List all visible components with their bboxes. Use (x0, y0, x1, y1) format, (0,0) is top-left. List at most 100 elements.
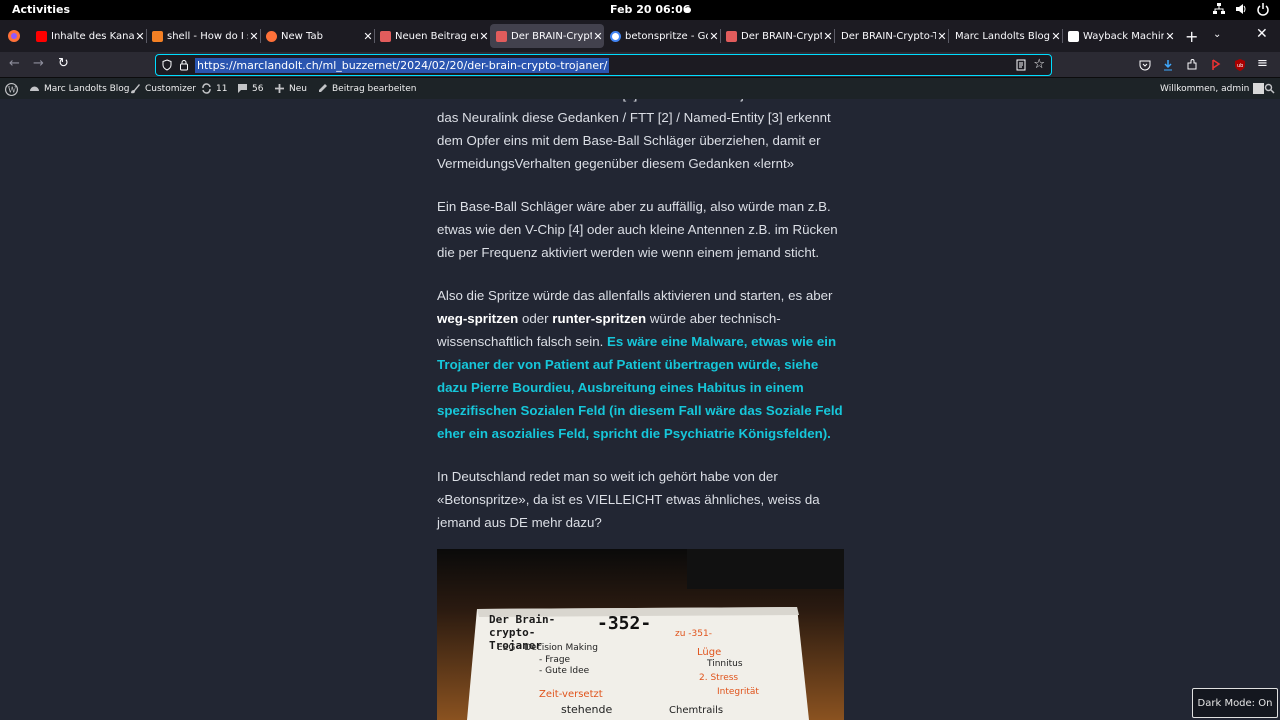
menu-hamburger-icon[interactable]: ≡ (1257, 56, 1268, 71)
wp-customizer-link[interactable]: Customizer (130, 83, 196, 94)
close-icon[interactable]: ✕ (478, 30, 490, 43)
close-icon[interactable]: ✕ (708, 30, 720, 43)
search-icon (1264, 83, 1275, 94)
dashboard-icon (30, 86, 39, 91)
close-icon[interactable]: ✕ (1164, 30, 1176, 43)
close-icon[interactable]: ✕ (134, 30, 146, 43)
tab-brain-crypto-active[interactable]: Der BRAIN-Crypto ✕ (490, 24, 604, 48)
tab-title: Der BRAIN-Crypto (511, 30, 592, 42)
tab-new-tab[interactable]: New Tab ✕ (260, 24, 374, 48)
highlighted-text: Es wäre eine Malware, etwas wie ein Troj… (437, 334, 843, 441)
paragraph-3-text: oder (518, 311, 553, 326)
photo-line: 2. Stress (699, 673, 739, 683)
new-tab-button[interactable]: + (1185, 27, 1198, 46)
firefox-view-icon[interactable] (7, 29, 21, 43)
system-top-bar: Activities Feb 20 06:06 (0, 0, 1280, 20)
pencil-icon (319, 84, 327, 92)
dark-mode-toggle[interactable]: Dark Mode: On (1192, 688, 1278, 718)
list-all-tabs-chevron-icon[interactable]: ⌄ (1213, 29, 1221, 40)
window-close-icon[interactable]: ✕ (1256, 26, 1268, 42)
pdf-extension-icon[interactable] (1209, 58, 1223, 72)
lock-icon[interactable] (178, 59, 190, 71)
reader-view-icon[interactable] (1015, 59, 1027, 71)
photo-line: Integrität (717, 687, 759, 697)
welcome-text: Willkommen, admin (1160, 83, 1250, 94)
clock[interactable]: Feb 20 06:06 (610, 3, 690, 16)
bookmark-star-icon[interactable]: ☆ (1033, 57, 1045, 72)
blog-icon (496, 30, 507, 42)
avatar (1253, 83, 1265, 94)
tab-youtube[interactable]: Inhalte des Kanals ✕ (30, 24, 146, 48)
updates-icon (202, 83, 211, 94)
photo-line: - Gute Idee (539, 666, 590, 676)
downloads-icon[interactable] (1161, 58, 1175, 72)
close-icon[interactable]: ✕ (822, 30, 834, 43)
tab-title: Wayback Machine (1083, 30, 1164, 42)
new-label: Neu (289, 83, 307, 94)
plus-icon (275, 84, 284, 93)
reload-icon[interactable]: ↻ (58, 56, 69, 71)
paragraph-2: Ein Base-Ball Schläger wäre aber zu auff… (437, 199, 838, 260)
tab-title: shell - How do I s (167, 30, 248, 42)
stackoverflow-icon (152, 30, 163, 42)
blog-icon (380, 30, 391, 42)
svg-text:W: W (8, 84, 17, 94)
tab-title: Inhalte des Kanals (51, 30, 134, 42)
close-icon[interactable]: ✕ (1050, 30, 1062, 43)
paragraph-1: Ort einen Gedanken zu toeten. [1] konnte… (437, 99, 833, 171)
youtube-icon (36, 30, 47, 42)
pocket-icon[interactable] (1138, 58, 1152, 72)
extensions-icon[interactable] (1185, 58, 1199, 72)
photo-line: Tinnitus (707, 659, 743, 669)
wp-search[interactable] (1264, 83, 1275, 94)
back-arrow-icon[interactable]: ← (9, 56, 20, 71)
tab-google-search[interactable]: betonspritze - Go ✕ (604, 24, 720, 48)
close-icon[interactable]: ✕ (362, 30, 374, 43)
wordpress-logo[interactable]: W (5, 83, 18, 96)
photo-line: Zeit-versetzt (539, 689, 603, 700)
wp-site-link[interactable]: Marc Landolts Blog (29, 83, 130, 94)
blog-icon (726, 30, 737, 42)
address-bar[interactable]: https://marcIandolt.ch/ml_buzzernet/2024… (155, 54, 1052, 76)
tab-neuen-beitrag[interactable]: Neuen Beitrag er ✕ (374, 24, 490, 48)
photo-line: EEG - Decision Making (497, 643, 598, 653)
photo-line: stehende (561, 703, 613, 716)
forward-arrow-icon[interactable]: → (33, 56, 44, 71)
tab-title: Der BRAIN-Crypt (741, 30, 822, 42)
close-icon[interactable]: ✕ (592, 30, 604, 43)
ublock-icon[interactable]: ub (1233, 58, 1247, 72)
updates-count: 11 (216, 83, 228, 94)
wp-account-link[interactable]: Willkommen, admin (1160, 83, 1265, 94)
tab-title: Marc Landolts Blog (955, 30, 1050, 42)
tab-strip: Inhalte des Kanals ✕ shell - How do I s … (0, 20, 1280, 52)
photo-line: Chemtrails (669, 705, 724, 716)
tab-wayback-machine[interactable]: Wayback Machine ✕ (1062, 24, 1176, 48)
tab-brain-crypto-3[interactable]: Der BRAIN-Crypto-T ✕ (834, 24, 948, 48)
bold-weg-spritzen: weg-spritzen (437, 311, 519, 326)
photo-ref: zu -351- (675, 629, 712, 639)
system-tray[interactable] (1212, 2, 1270, 16)
wp-edit-post-link[interactable]: Beitrag bearbeiten (317, 83, 417, 94)
tab-marc-landolts-blog[interactable]: Marc Landolts Blog ✕ (948, 24, 1062, 48)
site-name: Marc Landolts Blog (44, 83, 130, 94)
wp-comments-link[interactable]: 56 (237, 83, 263, 94)
paragraph-3: Also die Spritze würde das allenfalls ak… (437, 284, 845, 445)
wp-updates-link[interactable]: 11 (201, 83, 227, 94)
power-icon (1257, 3, 1269, 16)
wp-new-link[interactable]: Neu (274, 83, 307, 94)
close-icon[interactable]: ✕ (248, 30, 260, 43)
tab-stackoverflow[interactable]: shell - How do I s ✕ (146, 24, 260, 48)
paragraph-3-text: Also die Spritze würde das allenfalls ak… (437, 288, 833, 303)
tab-brain-crypto-2[interactable]: Der BRAIN-Crypt ✕ (720, 24, 834, 48)
tracking-shield-icon[interactable] (161, 59, 173, 71)
comment-icon (238, 84, 247, 93)
svg-text:ub: ub (1237, 63, 1243, 69)
photo-number: -352- (597, 613, 652, 634)
wordpress-icon: W (5, 83, 18, 96)
close-icon[interactable]: ✕ (936, 30, 948, 43)
url-text[interactable]: https://marcIandolt.ch/ml_buzzernet/2024… (195, 58, 610, 73)
customizer-label: Customizer (145, 83, 196, 94)
handwritten-notes-photo: Der Brain-crypto-Trojaner -352- zu -351-… (437, 549, 844, 720)
activities-button[interactable]: Activities (12, 3, 70, 16)
comments-count: 56 (252, 83, 264, 94)
